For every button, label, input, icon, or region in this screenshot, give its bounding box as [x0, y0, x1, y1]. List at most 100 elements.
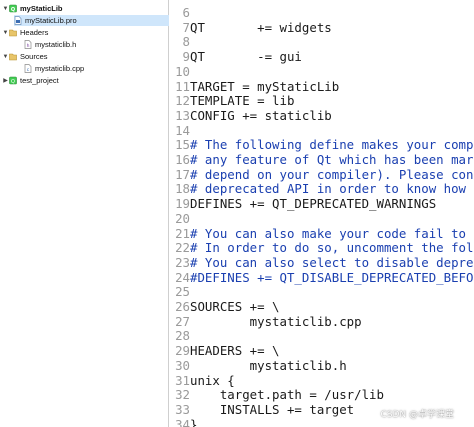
code-line: 23# You can also select to disable depre… [169, 254, 474, 271]
code-line: 13CONFIG += staticlib [169, 107, 332, 124]
test-project-label: test_project [20, 76, 59, 85]
pro-file-icon [14, 16, 22, 25]
watermark: CSDN @卓学课堂 [380, 410, 454, 420]
code-line: 15# The following define makes your comp… [169, 138, 474, 153]
code-text: target.path = /usr/lib [190, 387, 384, 403]
line-number: 9 [182, 49, 190, 65]
code-line: 12TEMPLATE = lib [169, 93, 295, 109]
tree-item-headers[interactable]: ▼ Headers [2, 27, 49, 38]
tree-item-source-file[interactable]: c mystaticlib.cpp [24, 63, 84, 74]
code-line: 27 mystaticlib.cpp [169, 313, 362, 330]
code-line: 22# In order to do so, uncomment the fol… [169, 240, 474, 256]
line-number: 21 [175, 225, 190, 241]
chevron-right-icon[interactable]: ▶ [2, 77, 9, 84]
code-text: TEMPLATE = lib [190, 93, 295, 109]
tree-item-sources[interactable]: ▼ Sources [2, 51, 48, 62]
svg-text:Q: Q [11, 79, 15, 85]
line-number: 17 [175, 166, 190, 182]
line-number: 19 [175, 196, 190, 212]
line-number: 13 [175, 107, 190, 123]
code-line: 20 [169, 210, 190, 227]
code-comment: #DEFINES += QT_DISABLE_DEPRECATED_BEFORE [190, 269, 474, 285]
code-line: 29HEADERS += \ [169, 343, 280, 359]
code-line: 17# depend on your compiler). Please con… [169, 166, 474, 183]
line-number: 28 [175, 328, 190, 344]
code-line: 31unix { [169, 372, 235, 389]
svg-text:h: h [27, 43, 30, 49]
source-file-label: mystaticlib.cpp [35, 64, 85, 73]
code-comment: # In order to do so, uncomment the follo [190, 240, 474, 256]
folder-icon [9, 29, 17, 37]
code-line: 14 [169, 122, 190, 139]
code-line: 10 [169, 63, 190, 80]
line-number: 26 [175, 299, 190, 314]
line-number: 10 [175, 63, 190, 79]
code-text: mystaticlib.cpp [190, 313, 362, 329]
line-number: 23 [175, 254, 190, 270]
code-line: 32 target.path = /usr/lib [169, 387, 384, 403]
line-number: 14 [175, 122, 190, 138]
code-line: 30 mystaticlib.h [169, 357, 347, 374]
line-number: 30 [175, 357, 190, 373]
line-number: 20 [175, 210, 190, 226]
code-line: 19DEFINES += QT_DEPRECATED_WARNINGS [169, 196, 437, 212]
code-text: DEFINES += QT_DEPRECATED_WARNINGS [190, 196, 437, 212]
tree-item-project[interactable]: ▼ Q myStaticLib [2, 3, 63, 14]
code-line: 25 [169, 285, 190, 300]
line-number: 27 [175, 313, 190, 329]
line-number: 32 [175, 387, 190, 403]
code-text: QT -= gui [190, 49, 302, 65]
code-text: HEADERS += \ [190, 343, 280, 359]
code-line: 24#DEFINES += QT_DISABLE_DEPRECATED_BEFO… [169, 269, 474, 286]
chevron-down-icon[interactable]: ▼ [2, 6, 9, 12]
line-number: 7 [182, 19, 190, 35]
code-text: SOURCES += \ [190, 299, 280, 314]
code-text: INSTALLS += target [190, 401, 355, 417]
code-comment: # The following define makes your compil [190, 137, 474, 153]
chevron-down-icon[interactable]: ▼ [2, 30, 9, 36]
header-file-icon: h [24, 40, 32, 49]
line-number: 29 [175, 343, 190, 359]
code-text: QT += widgets [190, 19, 332, 35]
qt-project-icon: Q [9, 4, 17, 13]
code-editor[interactable]: 6 7QT += widgets 8 9QT -= gui 10 11TARGET = m… [169, 0, 474, 427]
line-number: 18 [175, 181, 190, 197]
code-comment: # depend on your compiler). Please consu [190, 166, 474, 182]
header-file-label: mystaticlib.h [35, 40, 77, 49]
line-number: 31 [175, 372, 190, 388]
code-comment: # You can also select to disable depreca [190, 254, 474, 270]
chevron-down-icon[interactable]: ▼ [2, 54, 9, 60]
line-number: 16 [175, 152, 190, 167]
svg-text:Q: Q [11, 7, 15, 13]
project-tree-panel: ▼ Q myStaticLib myStaticLib.pro ▼ Header… [0, 0, 169, 427]
project-name: myStaticLib [20, 4, 63, 13]
line-number: 8 [182, 34, 190, 50]
code-line: 8 [169, 35, 190, 50]
line-number: 15 [175, 137, 190, 153]
code-line: 26SOURCES += \ [169, 299, 280, 315]
tree-item-header-file[interactable]: h mystaticlib.h [24, 39, 76, 50]
code-line: 28 [169, 329, 190, 344]
line-number: 25 [175, 284, 190, 300]
code-line: 34} [169, 416, 198, 427]
code-line: 21# You can also make your code fail to … [169, 225, 474, 242]
code-comment: # deprecated API in order to know how to [190, 181, 474, 197]
pro-file-label: myStaticLib.pro [25, 16, 77, 25]
code-line: 33 INSTALLS += target [169, 401, 355, 418]
code-line: 11TARGET = myStaticLib [169, 78, 340, 95]
qt-project-icon: Q [9, 76, 17, 85]
code-text: TARGET = myStaticLib [190, 78, 340, 94]
code-line: 7QT += widgets [169, 19, 332, 36]
code-line: 9QT -= gui [169, 49, 302, 65]
tree-item-test-project[interactable]: ▶ Q test_project [2, 75, 59, 86]
tree-item-pro-file[interactable]: myStaticLib.pro [14, 15, 169, 26]
code-line: 16# any feature of Qt which has been mar… [169, 152, 474, 168]
code-text: CONFIG += staticlib [190, 107, 332, 123]
line-number: 6 [182, 5, 190, 20]
headers-folder-label: Headers [20, 28, 49, 37]
code-text: unix { [190, 372, 235, 388]
line-number: 24 [175, 269, 190, 285]
line-number: 34 [175, 416, 190, 427]
svg-text:c: c [27, 67, 29, 72]
code-text: } [190, 416, 198, 427]
